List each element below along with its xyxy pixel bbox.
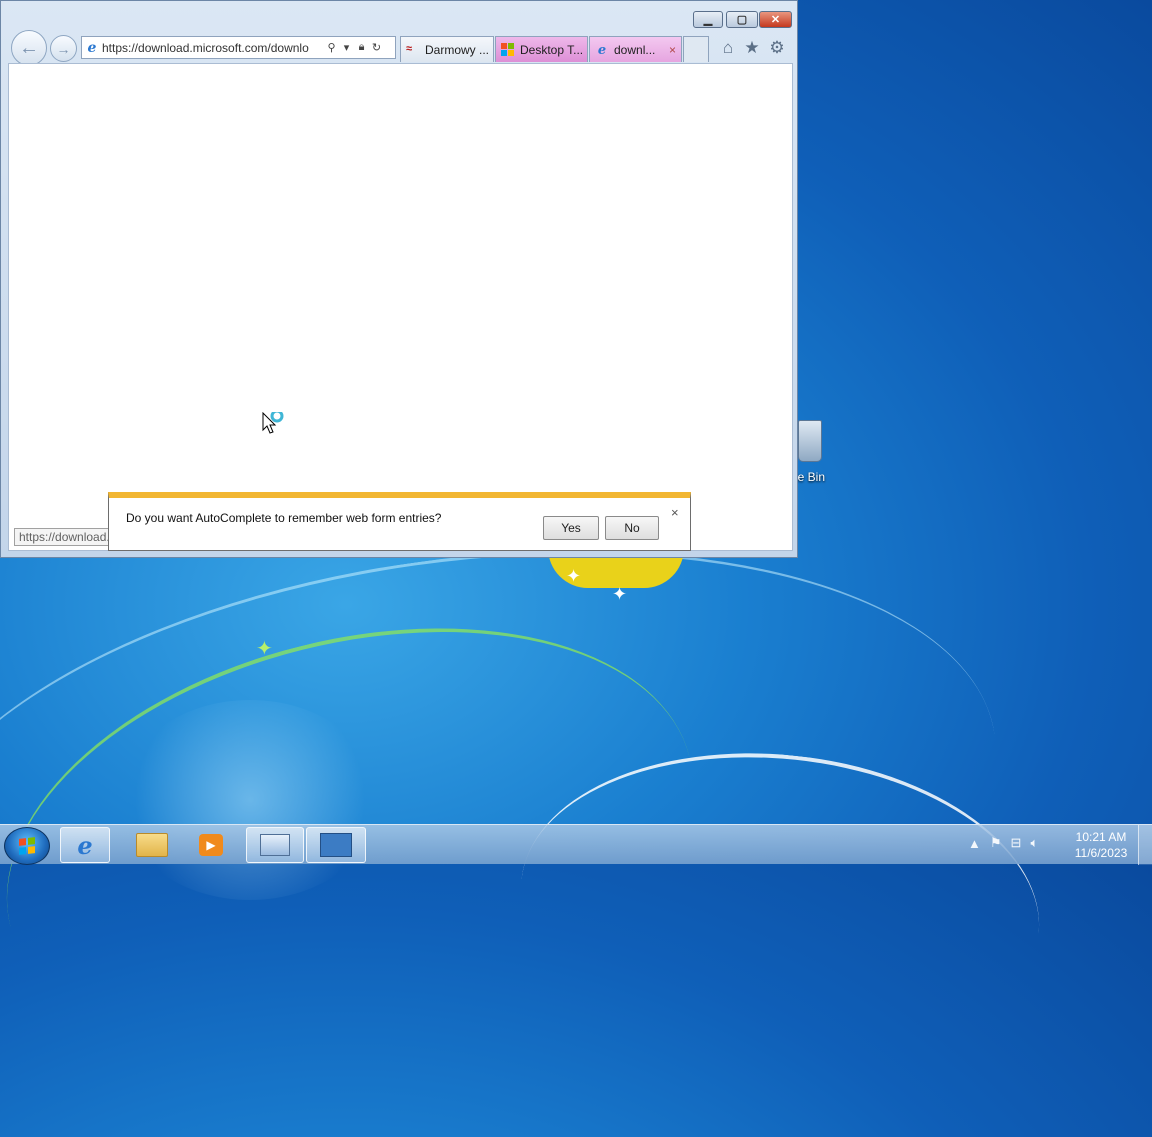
ie-page-icon: e: [87, 39, 97, 56]
windows-logo-icon: [19, 837, 35, 855]
volume-muted-icon[interactable]: 🔈︎: [1030, 835, 1038, 851]
forward-button[interactable]: →: [50, 35, 77, 62]
action-center-flag-icon[interactable]: ⚑: [990, 835, 1002, 851]
tab-label: Desktop T...: [520, 42, 584, 57]
taskbar-control-panel[interactable]: [306, 827, 366, 863]
microsoft-logo-icon: [501, 42, 515, 57]
sparkle-icon: ✦: [612, 584, 628, 604]
taskbar-media-player[interactable]: ▶: [186, 827, 236, 863]
tab-label: Darmowy ...: [425, 42, 490, 57]
tab-darmowy[interactable]: ≈ Darmowy ...: [400, 36, 494, 62]
no-button[interactable]: No: [605, 516, 659, 540]
clock[interactable]: 10:21 AM 11/6/2023: [1066, 829, 1136, 861]
dropdown-arrow-icon[interactable]: ▾: [339, 41, 354, 54]
clock-date: 11/6/2023: [1074, 846, 1128, 860]
sparkle-icon: ✦: [566, 566, 582, 586]
show-hidden-icons-icon[interactable]: ▲: [968, 836, 981, 851]
tab-desktop[interactable]: Desktop T...: [495, 36, 588, 62]
forward-arrow-icon: →: [56, 40, 71, 57]
recycle-bin-icon: [798, 420, 822, 462]
lock-icon[interactable]: 🔒︎: [354, 41, 369, 54]
taskbar-file-explorer[interactable]: [128, 827, 176, 863]
ie-page-icon: e: [597, 42, 607, 58]
tab-label: downl...: [614, 42, 656, 57]
notification-message: Do you want AutoComplete to remember web…: [126, 511, 442, 525]
home-icon[interactable]: ⌂: [718, 38, 738, 58]
back-button[interactable]: ←: [11, 30, 47, 66]
close-notification-icon[interactable]: ×: [671, 505, 679, 520]
maximize-button[interactable]: ▢: [726, 11, 758, 28]
page-content: [8, 63, 793, 551]
start-button[interactable]: [4, 827, 50, 865]
media-player-icon: ▶: [199, 834, 223, 856]
close-icon: ✕: [770, 14, 781, 26]
taskbar: e ▶ ▲ ⚑ ⊟ 🔈︎ 10:21 AM 11/6/2023: [0, 824, 1152, 865]
refresh-icon[interactable]: ↻: [369, 41, 384, 54]
gear-icon[interactable]: ⚙: [767, 38, 787, 58]
close-window-button[interactable]: ✕: [759, 11, 792, 28]
close-tab-icon[interactable]: ×: [669, 43, 676, 57]
yes-button[interactable]: Yes: [543, 516, 599, 540]
red-logo-icon: ≈: [406, 42, 413, 55]
sparkle-icon: ✦: [256, 638, 273, 660]
favorites-star-icon[interactable]: ★: [742, 38, 762, 58]
minimize-button[interactable]: ▁: [693, 11, 723, 28]
autocomplete-notification-bar: Do you want AutoComplete to remember web…: [108, 492, 691, 551]
folder-icon: [136, 833, 168, 857]
minimize-icon: ▁: [703, 14, 713, 26]
ie-icon: e: [77, 830, 93, 860]
back-arrow-icon: ←: [19, 36, 39, 59]
maximize-icon: ▢: [736, 14, 748, 26]
browser-window: ▁ ▢ ✕ ← → e https://download.microsoft.c…: [0, 0, 798, 558]
search-icon[interactable]: ⚲: [324, 41, 339, 54]
show-desktop-button[interactable]: [1138, 825, 1152, 865]
system-tray: ▲ ⚑ ⊟ 🔈︎: [968, 835, 1038, 851]
address-bar[interactable]: e https://download.microsoft.com/downlo …: [81, 36, 396, 59]
clock-time: 10:21 AM: [1075, 830, 1127, 844]
tab-download-active[interactable]: e downl... ×: [589, 36, 682, 62]
control-panel-icon: [320, 833, 352, 857]
busy-cursor-icon: [262, 412, 284, 434]
on-screen-keyboard-icon: [260, 834, 290, 856]
taskbar-remote-desktop[interactable]: [246, 827, 304, 863]
network-icon[interactable]: ⊟: [1011, 835, 1022, 851]
new-tab-button[interactable]: [683, 36, 709, 62]
address-input[interactable]: https://download.microsoft.com/downlo: [102, 41, 324, 55]
taskbar-internet-explorer[interactable]: e: [60, 827, 110, 863]
